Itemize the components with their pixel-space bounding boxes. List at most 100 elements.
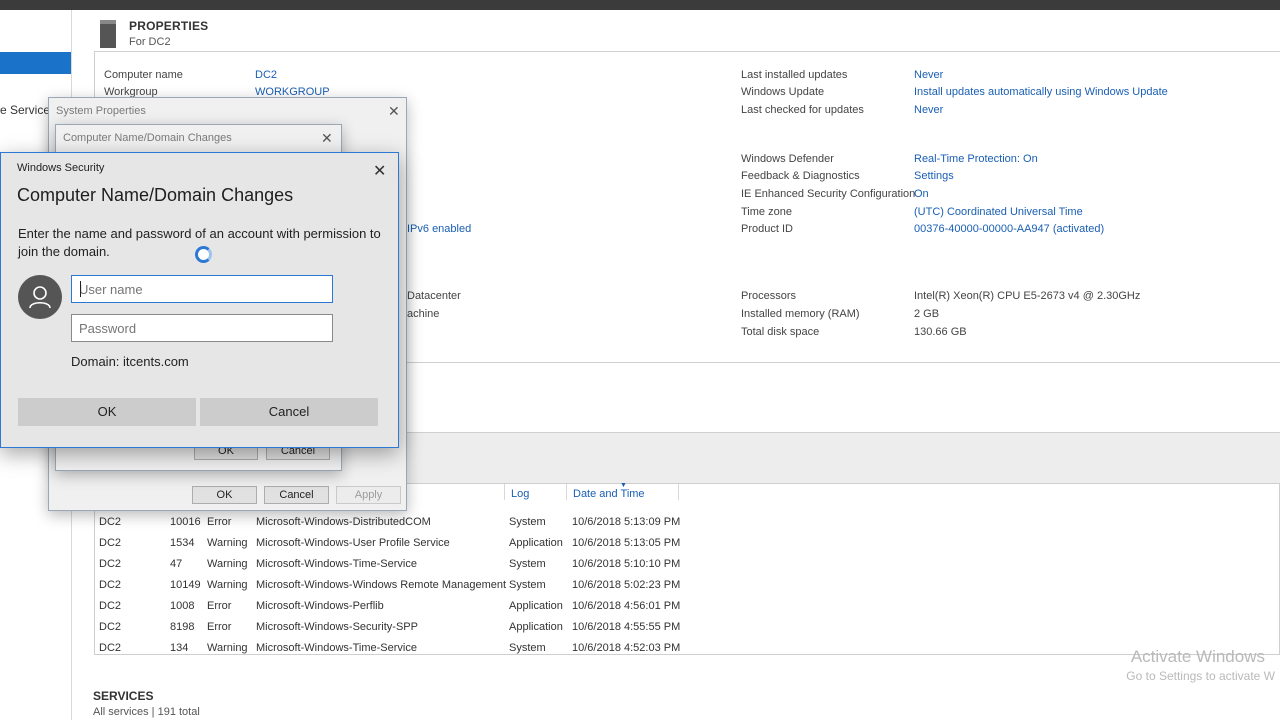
sysprop-cancel-button[interactable]: Cancel [264, 486, 329, 504]
cell-severity: Warning [207, 537, 248, 549]
password-input[interactable] [71, 314, 333, 342]
cell-date: 10/6/2018 5:13:09 PM [572, 516, 681, 528]
activate-windows-subtext: Go to Settings to activate W [1126, 669, 1275, 683]
cell-severity: Warning [207, 642, 248, 654]
close-icon[interactable]: ✕ [373, 161, 386, 181]
prop-link-ipv6[interactable]: IPv6 enabled [407, 223, 471, 235]
cell-server: DC2 [99, 537, 122, 549]
events-column-log[interactable]: Log [511, 488, 529, 500]
prop-link-last-installed[interactable]: Never [914, 69, 943, 81]
prop-label-last-checked: Last checked for updates [741, 104, 864, 116]
cell-server: DC2 [99, 516, 122, 528]
prop-value-memory: 2 GB [914, 308, 940, 320]
table-row[interactable]: DC2 10016 Error Microsoft-Windows-Distri… [95, 512, 1279, 533]
prop-label-disk: Total disk space [741, 326, 820, 338]
prop-link-time-zone[interactable]: (UTC) Coordinated Universal Time [914, 206, 1083, 218]
busy-cursor-icon [195, 246, 212, 263]
table-row[interactable]: DC2 1534 Warning Microsoft-Windows-User … [95, 533, 1279, 554]
prop-value-hardware: achine [407, 308, 440, 320]
domain-changes-title: Computer Name/Domain Changes [63, 132, 232, 144]
credential-ok-button[interactable]: OK [18, 398, 196, 426]
cell-log: System [509, 558, 546, 570]
cell-id: 8198 [170, 621, 195, 633]
left-nav-selected-item[interactable] [0, 52, 71, 74]
services-title: SERVICES [93, 689, 154, 703]
windows-security-dialog: Windows Security ✕ Computer Name/Domain … [0, 152, 399, 448]
activate-windows-watermark: Activate Windows [1130, 647, 1265, 666]
prop-link-defender[interactable]: Real-Time Protection: On [914, 153, 1038, 165]
prop-link-computer-name[interactable]: DC2 [255, 69, 277, 81]
cell-source: Microsoft-Windows-User Profile Service [256, 537, 450, 549]
cell-log: Application [509, 621, 563, 633]
cell-log: System [509, 516, 546, 528]
cell-id: 1534 [170, 537, 195, 549]
prop-link-last-checked[interactable]: Never [914, 104, 943, 116]
events-column-date[interactable]: Date and Time [573, 488, 645, 500]
cell-log: Application [509, 537, 563, 549]
services-subtitle: All services | 191 total [93, 706, 200, 718]
properties-title: PROPERTIES [129, 19, 209, 33]
cell-date: 10/6/2018 5:10:10 PM [572, 558, 681, 570]
cell-date: 10/6/2018 5:02:23 PM [572, 579, 681, 591]
table-row[interactable]: DC2 47 Warning Microsoft-Windows-Time-Se… [95, 554, 1279, 575]
prop-value-processors: Intel(R) Xeon(R) CPU E5-2673 v4 @ 2.30GH… [914, 290, 1141, 302]
prop-label-defender: Windows Defender [741, 153, 834, 165]
prop-label-last-installed: Last installed updates [741, 69, 848, 81]
cell-server: DC2 [99, 621, 122, 633]
prop-link-feedback[interactable]: Settings [914, 170, 954, 182]
prop-link-product-id[interactable]: 00376-40000-00000-AA947 (activated) [914, 223, 1104, 235]
credential-heading: Computer Name/Domain Changes [17, 185, 294, 205]
close-icon[interactable]: ✕ [321, 131, 333, 145]
events-rows: DC2 10016 Error Microsoft-Windows-Distri… [95, 512, 1279, 654]
cell-date: 10/6/2018 4:56:01 PM [572, 600, 681, 612]
credential-cancel-button[interactable]: Cancel [200, 398, 378, 426]
prop-link-ie-esc[interactable]: On [914, 188, 929, 200]
prop-value-disk: 130.66 GB [914, 326, 967, 338]
cell-severity: Warning [207, 558, 248, 570]
prop-label-product-id: Product ID [741, 223, 793, 235]
text-caret [80, 281, 81, 297]
cell-source: Microsoft-Windows-Time-Service [256, 558, 417, 570]
cell-source: Microsoft-Windows-Security-SPP [256, 621, 418, 633]
cell-date: 10/6/2018 4:55:55 PM [572, 621, 681, 633]
username-input[interactable] [71, 275, 333, 303]
cell-source: Microsoft-Windows-Perflib [256, 600, 384, 612]
cell-id: 10016 [170, 516, 201, 528]
cell-severity: Error [207, 621, 232, 633]
cell-id: 1008 [170, 600, 195, 612]
cell-id: 10149 [170, 579, 201, 591]
cell-server: DC2 [99, 600, 122, 612]
cell-id: 47 [170, 558, 183, 570]
cell-severity: Warning [207, 579, 248, 591]
cell-source: Microsoft-Windows-DistributedCOM [256, 516, 431, 528]
cell-source: Microsoft-Windows-Time-Service [256, 642, 417, 654]
cell-severity: Error [207, 600, 232, 612]
prop-label-processors: Processors [741, 290, 797, 302]
prop-label-feedback: Feedback & Diagnostics [741, 170, 860, 182]
close-icon[interactable]: ✕ [388, 104, 400, 118]
cell-date: 10/6/2018 5:13:05 PM [572, 537, 681, 549]
user-avatar-icon [18, 275, 62, 319]
cell-log: System [509, 579, 546, 591]
cell-server: DC2 [99, 642, 122, 654]
table-row[interactable]: DC2 1008 Error Microsoft-Windows-Perflib… [95, 596, 1279, 617]
window-top-bar [0, 0, 1280, 10]
cell-id: 134 [170, 642, 189, 654]
server-icon [100, 20, 116, 48]
cell-date: 10/6/2018 4:52:03 PM [572, 642, 681, 654]
cell-server: DC2 [99, 579, 122, 591]
cell-source: Microsoft-Windows-Windows Remote Managem… [256, 579, 507, 591]
prop-label-computer-name: Computer name [104, 69, 183, 81]
table-row[interactable]: DC2 10149 Warning Microsoft-Windows-Wind… [95, 575, 1279, 596]
table-row[interactable]: DC2 8198 Error Microsoft-Windows-Securit… [95, 617, 1279, 638]
prop-label-ie-esc: IE Enhanced Security Configuration [741, 188, 916, 200]
prop-link-windows-update[interactable]: Install updates automatically using Wind… [914, 86, 1168, 98]
sysprop-apply-button[interactable]: Apply [336, 486, 401, 504]
column-divider [504, 484, 505, 500]
table-row[interactable]: DC2 134 Warning Microsoft-Windows-Time-S… [95, 638, 1279, 654]
system-properties-title: System Properties [56, 105, 146, 117]
sysprop-ok-button[interactable]: OK [192, 486, 257, 504]
domain-label: Domain: itcents.com [71, 354, 189, 369]
prop-label-memory: Installed memory (RAM) [741, 308, 860, 320]
prop-label-windows-update: Windows Update [741, 86, 825, 98]
